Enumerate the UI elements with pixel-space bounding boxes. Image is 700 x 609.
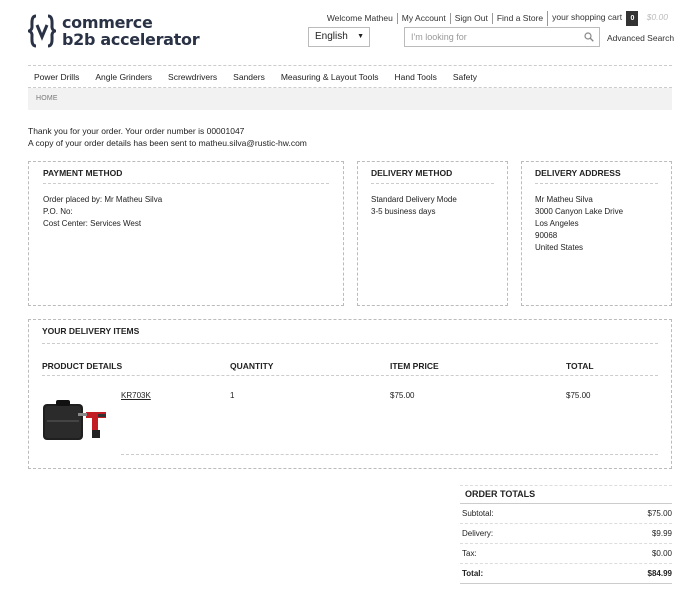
delivery-days: 3-5 business days [371, 207, 436, 216]
advanced-search-link[interactable]: Advanced Search [607, 33, 674, 43]
language-select[interactable]: English ▼ [308, 27, 370, 47]
breadcrumb-home-link[interactable]: HOME [36, 95, 58, 102]
order-confirmation-message: Thank you for your order. Your order num… [28, 125, 307, 149]
my-account-link[interactable]: My Account [396, 13, 450, 24]
delivery-method-title: DELIVERY METHOD [371, 168, 494, 184]
delivery-address-details: Mr Matheu Silva 3000 Canyon Lake Drive L… [535, 194, 658, 254]
find-store-link[interactable]: Find a Store [491, 13, 547, 24]
welcome-text: Welcome Matheu [326, 13, 393, 23]
brand-logo[interactable]: commerce b2b accelerator [24, 13, 200, 49]
shopping-cart-link[interactable]: your shopping cart 0 $0.00 [547, 11, 672, 26]
subtotal-value: $75.00 [647, 509, 672, 518]
nav-item-screwdrivers[interactable]: Screwdrivers [168, 72, 217, 82]
product-sku-link[interactable]: KR703K [121, 391, 151, 400]
delivery-mode: Standard Delivery Mode [371, 195, 457, 204]
order-totals: ORDER TOTALS Subtotal: $75.00 Delivery: … [460, 485, 672, 584]
address-name: Mr Matheu Silva [535, 195, 593, 204]
total-row: Total: $84.99 [460, 564, 672, 584]
delivery-address-title: DELIVERY ADDRESS [535, 168, 658, 184]
tax-label: Tax: [462, 549, 477, 558]
search-icon[interactable] [584, 32, 594, 42]
sign-out-link[interactable]: Sign Out [449, 13, 492, 24]
subtotal-label: Subtotal: [462, 509, 494, 518]
delivery-label: Delivery: [462, 529, 494, 538]
nav-item-safety[interactable]: Safety [453, 72, 477, 82]
delivery-value: $9.99 [651, 529, 672, 538]
po-number: P.O. No: [43, 207, 73, 216]
curly-v-logo-icon [24, 14, 60, 48]
nav-item-sanders[interactable]: Sanders [233, 72, 265, 82]
delivery-row: Delivery: $9.99 [460, 524, 672, 544]
cart-count-badge: 0 [626, 11, 639, 26]
nav-item-measuring-layout-tools[interactable]: Measuring & Layout Tools [281, 72, 379, 82]
delivery-method-panel: DELIVERY METHOD Standard Delivery Mode 3… [357, 161, 508, 306]
payment-method-panel: PAYMENT METHOD Order placed by: Mr Mathe… [28, 161, 344, 306]
product-sku: KR703K [121, 391, 151, 400]
address-zip: 90068 [535, 231, 558, 240]
delivery-items-title: YOUR DELIVERY ITEMS [42, 326, 658, 344]
tax-value: $0.00 [651, 549, 672, 558]
total-header: TOTAL [566, 361, 594, 371]
email-sent-text: A copy of your order details has been se… [28, 138, 307, 148]
power-drill-kit-image[interactable] [42, 396, 110, 444]
subtotal-row: Subtotal: $75.00 [460, 504, 672, 524]
item-price: $75.00 [390, 391, 415, 400]
order-number-text: Thank you for your order. Your order num… [28, 126, 245, 136]
nav-item-angle-grinders[interactable]: Angle Grinders [95, 72, 152, 82]
product-details-header: PRODUCT DETAILS [42, 361, 123, 371]
order-totals-title: ORDER TOTALS [460, 485, 672, 504]
item-total: $75.00 [566, 391, 591, 400]
payment-details: Order placed by: Mr Matheu Silva P.O. No… [43, 194, 329, 230]
cart-label: your shopping cart [552, 12, 623, 22]
cost-center: Cost Center: Services West [43, 219, 142, 228]
tax-row: Tax: $0.00 [460, 544, 672, 564]
category-nav: Power Drills Angle Grinders Screwdrivers… [28, 65, 672, 88]
nav-item-hand-tools[interactable]: Hand Tools [395, 72, 437, 82]
order-placed-by: Order placed by: Mr Matheu Silva [43, 195, 163, 204]
header-divider [42, 375, 658, 376]
total-label: Total: [462, 569, 484, 578]
language-value: English [315, 31, 348, 42]
total-value: $84.99 [647, 569, 672, 578]
delivery-method-details: Standard Delivery Mode 3-5 business days [371, 194, 494, 218]
cart-total: $0.00 [646, 12, 668, 22]
breadcrumb: HOME [28, 88, 672, 110]
address-city: Los Angeles [535, 219, 579, 228]
item-quantity: 1 [230, 391, 235, 400]
dropdown-arrow-icon: ▼ [357, 33, 364, 40]
utility-links: Welcome Matheu My Account Sign Out Find … [323, 11, 672, 26]
search-box [404, 27, 600, 47]
address-country: United States [535, 243, 584, 252]
row-divider [121, 454, 658, 455]
payment-method-title: PAYMENT METHOD [43, 168, 329, 184]
quantity-header: QUANTITY [230, 361, 274, 371]
brand-line-1: commerce [62, 13, 153, 32]
address-street: 3000 Canyon Lake Drive [535, 207, 624, 216]
delivery-address-panel: DELIVERY ADDRESS Mr Matheu Silva 3000 Ca… [521, 161, 672, 306]
brand-line-2: b2b accelerator [62, 30, 200, 49]
brand-name: commerce b2b accelerator [62, 13, 200, 49]
search-input[interactable] [405, 28, 575, 46]
nav-item-power-drills[interactable]: Power Drills [34, 72, 79, 82]
item-price-header: ITEM PRICE [390, 361, 439, 371]
delivery-items-panel: YOUR DELIVERY ITEMS PRODUCT DETAILS QUAN… [28, 319, 672, 469]
